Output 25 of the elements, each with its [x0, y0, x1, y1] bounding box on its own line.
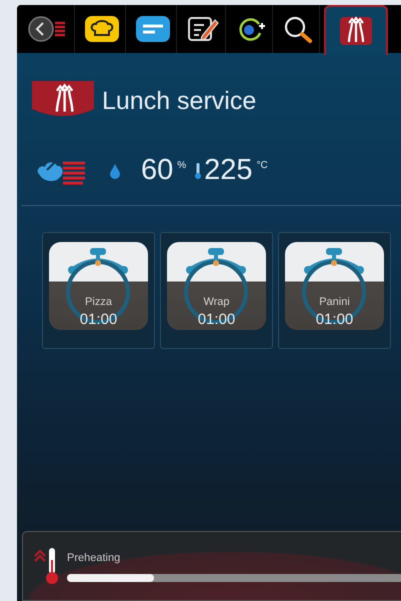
- humidity-drop-icon: [109, 162, 121, 178]
- heating-thermometer-icon: [33, 546, 61, 586]
- program-time: 01:00: [316, 311, 354, 328]
- program-logo-icon: [30, 79, 96, 119]
- status-label: Preheating: [67, 552, 120, 564]
- program-name: Panini: [319, 296, 350, 310]
- program-button[interactable]: [324, 5, 388, 55]
- chef-hat-icon: [84, 14, 120, 44]
- humidity-value: 60: [141, 154, 174, 187]
- program-name: Pizza: [85, 296, 112, 310]
- program-time: 01:00: [80, 311, 118, 328]
- notes-icon: [135, 14, 171, 44]
- temperature-value: 225: [204, 154, 253, 187]
- program-time: 01:00: [198, 311, 236, 328]
- program-card[interactable]: Pizza 01:00: [42, 232, 155, 349]
- temperature-unit: °C: [256, 160, 268, 171]
- program-title: Lunch service: [102, 87, 256, 116]
- humidity-unit: %: [177, 160, 186, 171]
- program-name: Wrap: [203, 296, 230, 310]
- search-icon: [282, 14, 314, 44]
- program-card[interactable]: Wrap 01:00: [160, 232, 273, 349]
- program-card[interactable]: Panini 01:00: [278, 232, 391, 349]
- thermometer-icon: [194, 162, 202, 180]
- program-icon: [340, 16, 372, 46]
- edit-icon: [186, 14, 220, 44]
